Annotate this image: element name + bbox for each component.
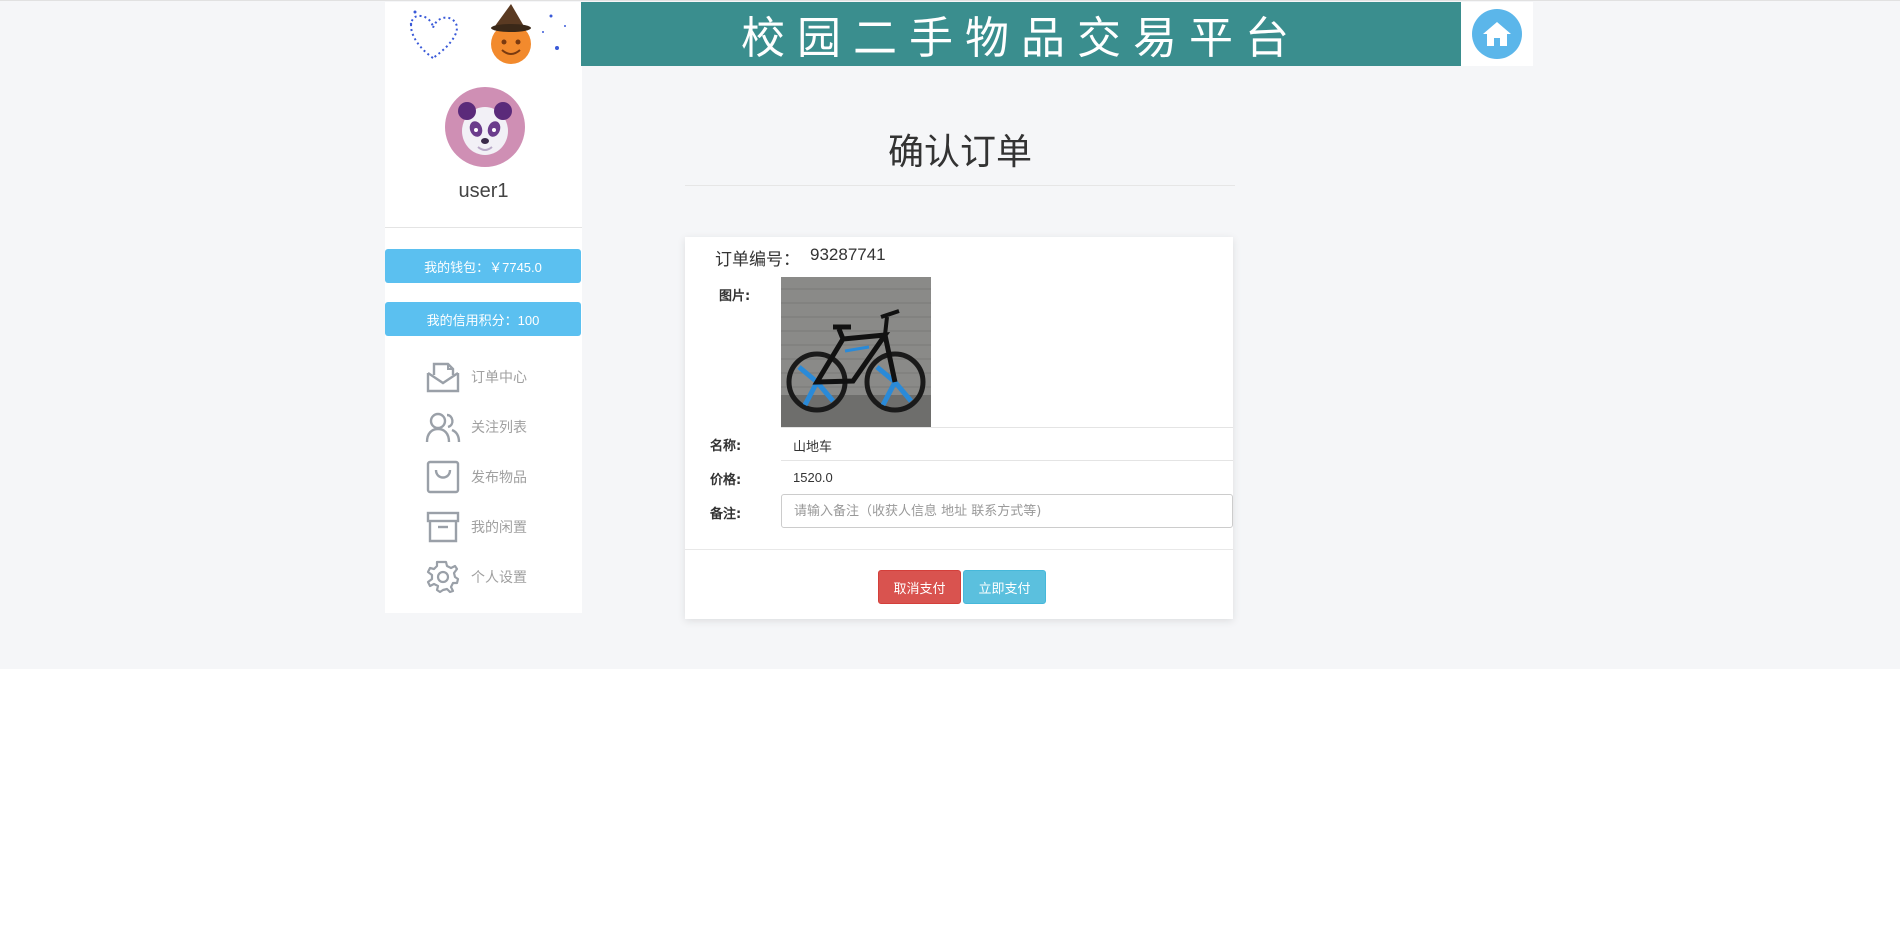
sidebar-item-publish[interactable]: 发布物品 xyxy=(425,457,565,497)
divider xyxy=(385,227,582,228)
page: 校园二手物品交易平台 user1 我的钱包：￥7745.0 我的信用积分：100… xyxy=(0,0,1900,932)
home-button[interactable] xyxy=(1472,9,1522,59)
sidebar: user1 我的钱包：￥7745.0 我的信用积分：100 订单中心 关注列表 … xyxy=(385,66,582,613)
order-number-label: 订单编号： xyxy=(715,250,800,270)
sidebar-item-orders[interactable]: 订单中心 xyxy=(425,357,565,397)
sidebar-item-label: 订单中心 xyxy=(471,370,527,386)
sidebar-item-idle[interactable]: 我的闲置 xyxy=(425,507,565,547)
sidebar-item-settings[interactable]: 个人设置 xyxy=(425,557,565,597)
site-title: 校园二手物品交易平台 xyxy=(741,13,1301,64)
order-number-value: 93287741 xyxy=(810,245,886,264)
price-label: 价格: xyxy=(710,473,742,488)
sidebar-item-label: 我的闲置 xyxy=(471,520,527,536)
panda-avatar-icon xyxy=(458,102,512,155)
header-banner: 校园二手物品交易平台 xyxy=(581,2,1461,66)
remark-input[interactable] xyxy=(781,494,1233,528)
row-divider xyxy=(781,427,1233,428)
card-divider xyxy=(685,549,1233,550)
sidebar-item-label: 个人设置 xyxy=(471,570,527,586)
archive-icon xyxy=(425,509,461,545)
name-label: 名称: xyxy=(710,439,742,454)
order-card: 订单编号： 93287741 图片: 名称: 山地车 价格: 1520.0 备注… xyxy=(685,237,1233,619)
sidebar-item-label: 发布物品 xyxy=(471,470,527,486)
users-icon xyxy=(425,409,461,445)
image-label: 图片: xyxy=(719,289,751,304)
username: user1 xyxy=(458,180,509,202)
sidebar-item-follows[interactable]: 关注列表 xyxy=(425,407,565,447)
header-decoration xyxy=(385,2,581,66)
row-divider xyxy=(781,460,1233,461)
header-right xyxy=(1461,2,1533,66)
gear-icon xyxy=(425,559,461,595)
pay-now-button[interactable]: 立即支付 xyxy=(963,570,1046,604)
bicycle-photo-icon xyxy=(781,277,931,427)
credit-score-button[interactable]: 我的信用积分：100 xyxy=(385,302,581,336)
product-name: 山地车 xyxy=(793,440,833,455)
home-icon xyxy=(1483,22,1511,46)
sidebar-item-label: 关注列表 xyxy=(471,420,527,436)
heart-pumpkin-decoration-icon xyxy=(409,4,566,64)
avatar[interactable] xyxy=(445,87,525,167)
product-price: 1520.0 xyxy=(793,470,833,485)
cancel-payment-button[interactable]: 取消支付 xyxy=(878,570,961,604)
bag-icon xyxy=(425,459,461,495)
page-title: 确认订单 xyxy=(887,132,1032,173)
envelope-icon xyxy=(425,359,461,395)
wallet-button[interactable]: 我的钱包：￥7745.0 xyxy=(385,249,581,283)
title-divider xyxy=(685,185,1235,186)
remark-label: 备注: xyxy=(710,507,742,522)
product-image xyxy=(781,277,931,427)
